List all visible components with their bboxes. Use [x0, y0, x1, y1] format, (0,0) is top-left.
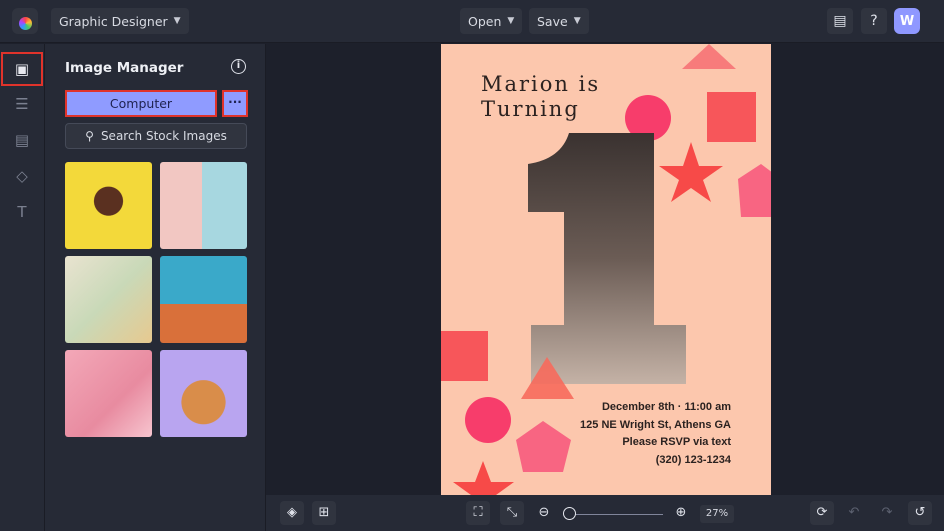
zoom-slider-track[interactable]	[571, 514, 663, 515]
info-icon[interactable]: i	[231, 59, 246, 74]
poster-canvas[interactable]: Marion is Turning December 8th · 11:00 am…	[441, 44, 771, 495]
triangle-shape	[682, 44, 736, 69]
thumbnail-pastel-doors[interactable]	[160, 162, 247, 249]
thumbnail-woman-yellow[interactable]	[65, 162, 152, 249]
pentagon-shape	[738, 164, 771, 217]
computer-upload-button[interactable]: Computer	[65, 90, 217, 117]
zoom-slider-handle[interactable]	[563, 507, 576, 520]
star-shape	[659, 142, 723, 202]
search-label: Search Stock Images	[100, 129, 227, 143]
redo-icon[interactable]: ↷	[875, 501, 899, 525]
star-shape	[453, 461, 514, 495]
event-date: December 8th · 11:00 am	[601, 401, 731, 413]
number-one-photo	[528, 133, 686, 384]
thumbnail-shiba-dog[interactable]	[160, 350, 247, 437]
grid-icon[interactable]: ⊞	[312, 501, 336, 525]
tool-rail: ▣ ☰ ▤ ◇ T	[0, 44, 45, 531]
title-line: Turning	[481, 97, 580, 121]
rsvp-text: Please RSVP via text	[622, 436, 731, 448]
shapes-icon[interactable]: ◇	[12, 166, 32, 186]
event-address: 125 NE Wright St, Athens GA	[580, 418, 731, 431]
avatar[interactable]: W	[894, 8, 920, 34]
chevron-down-icon: ▼	[573, 16, 581, 26]
layers-icon[interactable]: ◈	[280, 501, 304, 525]
refresh-icon[interactable]: ⟳	[810, 501, 834, 525]
mode-dropdown[interactable]: Graphic Designer ▼	[51, 8, 189, 34]
panel-title: Image Manager	[65, 60, 184, 76]
image-manager-panel: Image Manager i Computer ··· ⚲ Search Sto…	[45, 44, 266, 531]
save-button[interactable]: Save ▼	[529, 8, 589, 34]
thumbnail-graffiti-bicycle[interactable]	[65, 256, 152, 343]
fit-screen-icon[interactable]: ⛶	[466, 501, 490, 525]
poster-title[interactable]: Marion is Turning	[481, 72, 600, 122]
top-bar: Graphic Designer ▼ Open ▼ Save ▼ ▤ ? W	[0, 0, 944, 43]
history-icon[interactable]: ↺	[908, 501, 932, 525]
chevron-down-icon: ▼	[507, 16, 515, 26]
thumbnail-wedding-couple[interactable]	[65, 350, 152, 437]
shrink-icon[interactable]: ⤡	[500, 501, 524, 525]
zoom-out-icon[interactable]: ⊖	[532, 501, 556, 525]
adjustments-icon[interactable]: ☰	[12, 94, 32, 114]
comments-icon[interactable]: ▤	[827, 8, 853, 34]
square-shape	[707, 92, 756, 142]
thumbnail-man-desert[interactable]	[160, 256, 247, 343]
zoom-in-icon[interactable]: ⊕	[669, 501, 693, 525]
canvas-area: Marion is Turning December 8th · 11:00 am…	[266, 44, 944, 495]
pentagon-shape	[516, 421, 571, 472]
help-icon[interactable]: ?	[861, 8, 887, 34]
circle-shape	[465, 397, 511, 443]
poster-details[interactable]: December 8th · 11:00 am 125 NE Wright St…	[580, 399, 731, 469]
image-icon[interactable]: ▣	[1, 52, 43, 86]
search-icon: ⚲	[85, 129, 94, 143]
search-stock-images-button[interactable]: ⚲ Search Stock Images	[65, 123, 247, 149]
bottom-toolbar: ◈ ⊞ ⛶ ⤡ ⊖ ⊕ 27% ⟳ ↶ ↷ ↺	[266, 495, 944, 531]
chevron-down-icon: ▼	[173, 16, 181, 26]
phone-number: (320) 123-1234	[655, 453, 731, 466]
square-shape	[441, 331, 488, 381]
save-label: Save	[537, 13, 568, 29]
app-logo[interactable]	[12, 8, 38, 34]
undo-icon[interactable]: ↶	[842, 501, 866, 525]
layout-icon[interactable]: ▤	[12, 130, 32, 150]
zoom-level[interactable]: 27%	[700, 505, 734, 523]
open-label: Open	[468, 13, 502, 29]
mode-label: Graphic Designer	[59, 13, 168, 29]
open-button[interactable]: Open ▼	[460, 8, 523, 34]
more-options-button[interactable]: ···	[222, 90, 248, 117]
title-line: Marion is	[481, 72, 601, 96]
text-icon[interactable]: T	[12, 202, 32, 222]
